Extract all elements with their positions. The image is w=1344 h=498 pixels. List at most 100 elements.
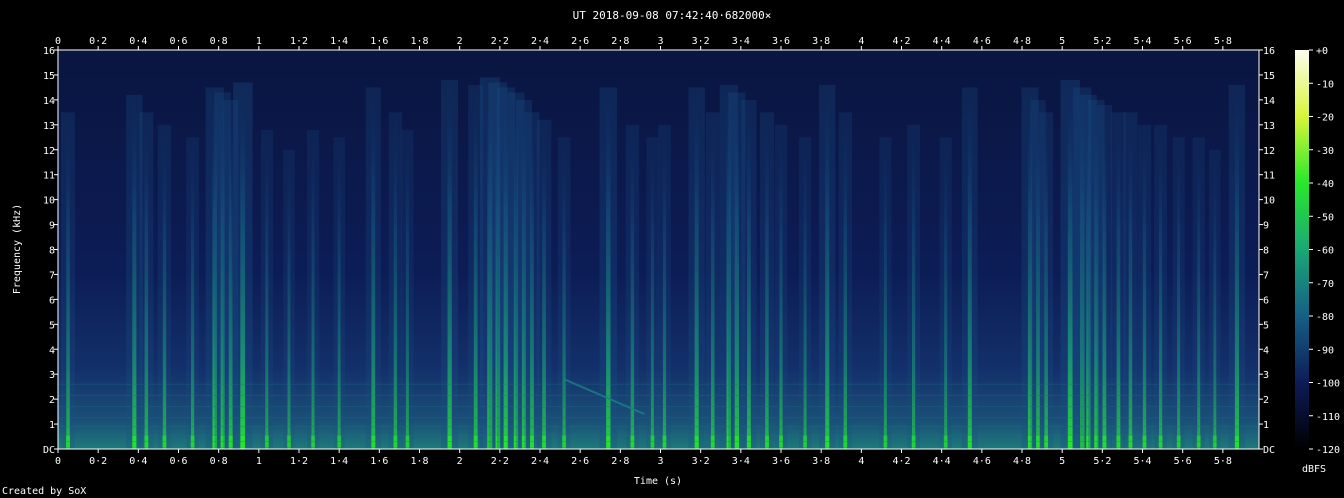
transient-51 [1096,104,1112,449]
colorbar-tick-label-6: -60 [1316,246,1334,257]
transient-27 [625,124,640,449]
x-bottom-tick-label-20: 4 [858,456,864,467]
y-right-tick-label-15: 15 [1263,71,1275,82]
y-left-tick-label-1: 1 [49,420,55,431]
x-bottom-tick-label-12: 2·4 [531,456,549,467]
x-bottom-tick-label-5: 1 [256,456,262,467]
y-left-tick-label-7: 7 [49,270,55,281]
colorbar-tick-label-1: -10 [1316,79,1334,90]
x-top-tick-label-6: 1·2 [290,36,308,47]
x-axis-label: Time (s) [634,476,682,487]
transient-12 [333,137,345,449]
transient-15 [401,129,414,449]
y-right-tick-label-2: 2 [1263,395,1269,406]
colorbar-tick-label-2: -20 [1316,113,1334,124]
x-bottom-tick-label-0: 0 [55,456,61,467]
transient-8 [233,82,253,449]
y-left-tick-label-12: 12 [43,146,55,157]
transient-59 [1228,84,1246,449]
colorbar-tick-label-12: -120 [1316,445,1340,456]
x-bottom-tick-label-29: 5·8 [1214,456,1232,467]
transient-54 [1137,124,1152,449]
x-axis-top: 0 0·2 0·4 0·6 0·8 1 1·2 1·4 1·6 1·8 2 2·2 2·4 2·6 2·8 3… [55,36,1232,50]
x-bottom-tick-label-3: 0·6 [169,456,187,467]
x-bottom-tick-label-14: 2·8 [611,456,629,467]
x-top-tick-label-25: 5 [1059,36,1065,47]
x-bottom-tick-label-27: 5·4 [1133,456,1151,467]
transient-34 [741,99,757,449]
transient-9 [260,129,273,449]
transient-56 [1172,137,1185,449]
y-right-tick-label-13: 13 [1263,121,1275,132]
y-left-tick-label-8: 8 [49,246,55,257]
y-right-tick-label-9: 9 [1263,221,1269,232]
x-bottom-tick-label-10: 2 [457,456,463,467]
y-left-tick-label-15: 15 [43,71,55,82]
x-bottom-tick-label-4: 0·8 [210,456,228,467]
spectrogram-figure: UT 2018-09-08 07:42:40·682000× 0 0·2 0·4 0·… [0,0,1344,498]
y-right-tick-label-0: DC [1263,445,1275,456]
x-top-tick-label-15: 3 [657,36,663,47]
transient-16 [441,79,459,449]
x-top-tick-label-28: 5·6 [1174,36,1192,47]
colorbar [1295,50,1309,449]
y-left-tick-label-14: 14 [43,96,55,107]
colorbar-tick-label-5: -50 [1316,212,1334,223]
x-top-tick-label-17: 3·4 [732,36,750,47]
transient-46 [1039,112,1054,449]
y-right-tick-label-10: 10 [1263,196,1275,207]
x-top-tick-label-14: 2·8 [611,36,629,47]
colorbar-tick-label-8: -80 [1316,312,1334,323]
y-left-tick-label-11: 11 [43,171,55,182]
x-bottom-tick-label-26: 5·2 [1093,456,1111,467]
x-top-tick-label-19: 3·8 [812,36,830,47]
transient-3 [157,124,172,449]
x-bottom-tick-label-9: 1·8 [410,456,428,467]
colorbar-tick-label-11: -110 [1316,412,1340,423]
transient-25 [557,137,571,449]
transient-35 [760,112,774,449]
y-right-tick-label-3: 3 [1263,370,1269,381]
transient-28 [646,137,659,449]
x-top-tick-label-8: 1·6 [370,36,388,47]
y-right-tick-label-1: 1 [1263,420,1269,431]
transient-14 [388,112,403,449]
transient-13 [365,87,381,449]
x-top-tick-label-4: 0·8 [210,36,228,47]
x-bottom-tick-label-21: 4·2 [892,456,910,467]
x-bottom-tick-label-11: 2·2 [491,456,509,467]
x-bottom-tick-label-25: 5 [1059,456,1065,467]
x-bottom-tick-label-8: 1·6 [370,456,388,467]
x-top-tick-label-12: 2·4 [531,36,549,47]
transient-42 [939,137,952,449]
transient-57 [1192,137,1205,449]
sox-credit: Created by SoX [2,486,86,497]
x-bottom-tick-label-2: 0·4 [129,456,147,467]
colorbar-tick-label-4: -40 [1316,179,1334,190]
x-top-tick-label-0: 0 [55,36,61,47]
x-axis-bottom: 0 0·2 0·4 0·6 0·8 1 1·2 1·4 1·6 1·8 2 2·2 2·4 2·6 2·8 3… [55,449,1232,467]
x-top-tick-label-21: 4·2 [892,36,910,47]
transient-40 [879,137,892,449]
transient-41 [907,124,920,449]
x-top-tick-label-20: 4 [858,36,864,47]
colorbar-tick-label-0: +0 [1316,46,1328,57]
x-top-tick-label-10: 2 [457,36,463,47]
y-left-tick-label-16: 16 [43,46,55,57]
y-left-tick-label-6: 6 [49,295,55,306]
y-left-tick-label-10: 10 [43,196,55,207]
x-top-tick-label-22: 4·4 [933,36,951,47]
y-left-tick-label-13: 13 [43,121,55,132]
transient-53 [1123,112,1138,449]
y-right-tick-label-14: 14 [1263,96,1275,107]
y-right-tick-label-5: 5 [1263,320,1269,331]
x-top-tick-label-9: 1·8 [410,36,428,47]
transient-36 [774,124,788,449]
x-top-tick-label-16: 3·2 [692,36,710,47]
x-top-tick-label-2: 0·4 [129,36,147,47]
transient-2 [139,112,154,449]
x-bottom-tick-label-7: 1·4 [330,456,348,467]
plot-area [58,50,1259,449]
transient-38 [819,84,836,449]
x-bottom-tick-label-22: 4·4 [933,456,951,467]
